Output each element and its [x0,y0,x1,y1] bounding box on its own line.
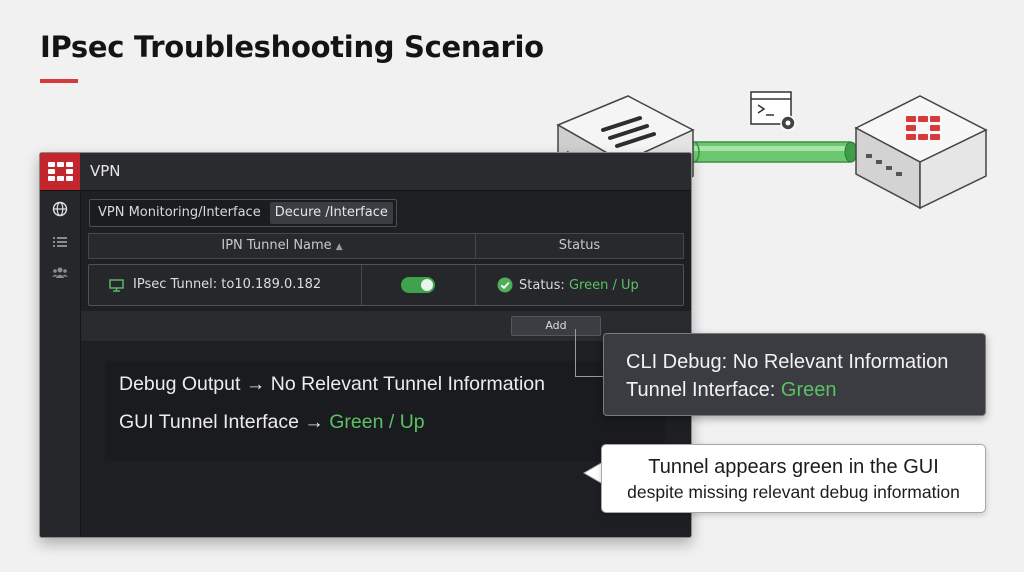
green-tunnel-pipe [679,141,858,163]
column-header-status[interactable]: Status [476,234,683,258]
tab-bar: VPN Monitoring/Interface Decure /Interfa… [89,199,397,227]
status-prefix: Status: [519,277,565,293]
add-button[interactable]: Add [511,316,601,336]
sidebar [40,191,81,537]
title-accent-bar [40,79,78,83]
column-header-label: IPN Tunnel Name [221,238,332,253]
tunnel-status-cell: Status: Green / Up [497,265,639,305]
note-detail: despite missing relevant debug informati… [627,482,960,502]
gui-note-callout: Tunnel appears green in the GUI despite … [601,444,986,513]
tab-decure-interface[interactable]: Decure /Interface [269,202,393,224]
status-value: Green / Up [568,277,639,293]
cell-divider [361,265,362,305]
table-header: IPN Tunnel Name ▲ Status [88,233,684,259]
window-titlebar: VPN [40,153,691,191]
tunnel-interface-prefix: Tunnel Interface: [626,379,781,401]
tunnel-name: IPsec Tunnel: to10.189.0.182 [133,277,322,292]
cli-debug-line: CLI Debug: No Relevant Information [626,351,949,373]
column-header-tunnel-name[interactable]: IPN Tunnel Name ▲ [89,234,476,258]
gui-tunnel-prefix: GUI Tunnel Interface → [119,411,330,433]
fortinet-logo-icon[interactable] [40,153,80,190]
sort-ascending-icon: ▲ [335,242,343,252]
callout-leader-line [575,376,604,377]
tunnel-interface-line: Tunnel Interface: Green [626,379,837,402]
globe-icon[interactable] [52,201,68,217]
list-icon[interactable] [52,234,68,250]
terminal-gear-icon [750,91,796,131]
tab-vpn-monitoring-interface[interactable]: VPN Monitoring/Interface [93,202,266,224]
tunnel-interface-status: Green [780,379,837,401]
gui-tunnel-status: Green / Up [329,411,425,433]
slide-title: IPsec Troubleshooting Scenario [40,30,544,64]
cli-debug-callout: CLI Debug: No Relevant Information Tunne… [603,333,986,416]
table-row[interactable]: IPsec Tunnel: to10.189.0.182 Status: Gre… [88,264,684,306]
tunnel-name-cell: IPsec Tunnel: to10.189.0.182 [109,265,321,305]
users-icon[interactable] [52,265,68,281]
window-title: VPN [90,162,121,180]
callout-leader-line [575,329,576,377]
tunnel-enable-toggle[interactable] [401,277,435,293]
toggle-knob [421,279,433,291]
check-circle-icon [497,277,513,293]
debug-output-line: Debug Output → No Relevant Tunnel Inform… [119,373,545,395]
gui-tunnel-interface-line: GUI Tunnel Interface → Green / Up [119,411,425,434]
note-headline: Tunnel appears green in the GUI [648,456,939,478]
monitor-icon [109,278,124,292]
cell-divider [475,265,476,305]
fortigate-appliance-icon [854,95,988,210]
